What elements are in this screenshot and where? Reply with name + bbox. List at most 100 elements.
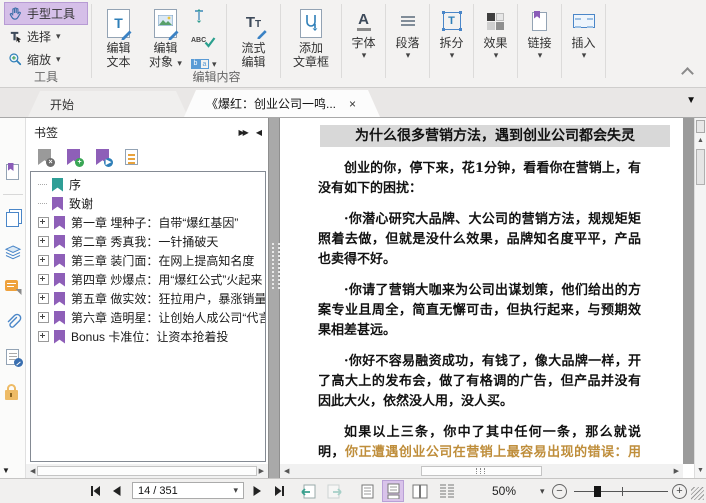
single-page-view-button[interactable]: [356, 479, 378, 503]
expand-bookmarks-button[interactable]: [125, 149, 139, 165]
link-button[interactable]: 链接 ▾: [521, 2, 558, 87]
slider-thumb[interactable]: [594, 486, 601, 497]
panel-strip-toggle-icon[interactable]: ▼: [2, 466, 10, 475]
security-lock-icon[interactable]: [4, 383, 22, 401]
panel-options-icon[interactable]: ▶▶: [239, 128, 249, 137]
insert-label: 插入: [571, 36, 596, 50]
chevron-up-icon: [681, 67, 694, 80]
chevron-down-icon: ▾: [405, 50, 411, 60]
chevron-down-icon: ▾: [361, 50, 367, 60]
scroll-left-icon[interactable]: ◀: [28, 467, 37, 475]
expand-plus-icon[interactable]: [38, 274, 49, 285]
previous-page-button[interactable]: [111, 479, 122, 503]
facing-pages-view-button[interactable]: [409, 479, 431, 503]
add-bookmark-button[interactable]: +: [67, 149, 84, 167]
flow-edit-button[interactable]: TT 流式 编辑: [230, 2, 277, 69]
scrollbar-thumb[interactable]: [696, 149, 705, 185]
expand-plus-icon[interactable]: [38, 312, 49, 323]
next-page-button[interactable]: [252, 479, 263, 503]
tab-document-label: 《爆红：创业公司一鸣...: [206, 97, 337, 111]
continuous-view-button[interactable]: [382, 479, 404, 503]
signature-fields-icon[interactable]: [4, 348, 23, 367]
effect-button[interactable]: 效果 ▾: [477, 2, 514, 87]
edit-text-button[interactable]: T 编辑 文本: [95, 2, 142, 69]
panel-horizontal-scrollbar[interactable]: ◀ ▶: [26, 464, 268, 478]
tab-document[interactable]: 《爆红：创业公司一鸣... ×: [184, 90, 380, 117]
add-article-box-label: 添加: [298, 41, 323, 55]
scroll-right-icon[interactable]: ▶: [672, 467, 681, 475]
hand-tool-button[interactable]: 手型工具: [4, 2, 88, 25]
bookmarks-panel-title: 书签: [34, 125, 59, 140]
panel-splitter[interactable]: [268, 118, 280, 478]
select-tool-button[interactable]: 选择 ▾: [4, 25, 88, 48]
zoom-dropdown-icon[interactable]: ▾: [540, 479, 545, 503]
pdf-editor-window: 手型工具 选择 ▾ 缩放 ▾ 工具 T 编辑 文本 编辑 对象 ▾ ABC b …: [0, 0, 706, 503]
zoom-out-button[interactable]: −: [552, 484, 567, 499]
goto-bookmark-button[interactable]: ▶: [96, 149, 113, 167]
comments-icon[interactable]: [4, 278, 22, 296]
continuous-facing-view-button[interactable]: [436, 479, 458, 503]
layers-icon[interactable]: [4, 243, 22, 261]
status-bar: 14 / 351 ▾ 50% ▾ − +: [0, 478, 706, 503]
close-tab-icon[interactable]: ×: [347, 97, 358, 111]
expand-plus-icon[interactable]: [38, 255, 49, 266]
next-view-button[interactable]: [325, 479, 343, 503]
tab-overflow-icon[interactable]: ▼: [686, 95, 696, 106]
paragraph-button[interactable]: 段落 ▾: [389, 2, 426, 87]
scroll-down-icon[interactable]: ▼: [695, 466, 706, 476]
document-vertical-scrollbar[interactable]: ▲ ▼: [694, 118, 706, 478]
window-resize-grip[interactable]: [691, 487, 704, 500]
scrollbar-track[interactable]: [291, 466, 671, 476]
split-button[interactable]: T 拆分 ▾: [433, 2, 470, 87]
scrollbar-thumb[interactable]: [37, 466, 257, 476]
merge-split-text-button[interactable]: [189, 6, 223, 26]
first-page-button[interactable]: [88, 479, 102, 503]
document-horizontal-scrollbar[interactable]: ◀ ▶: [280, 464, 683, 478]
bookmark-item[interactable]: 第六章 造明星：让创始人成公司“代言: [31, 308, 265, 327]
delete-bookmark-button[interactable]: ×: [38, 149, 55, 167]
zoom-level-value[interactable]: 50%: [484, 484, 524, 498]
bookmark-item[interactable]: 致谢: [31, 194, 265, 213]
expand-plus-icon[interactable]: [38, 236, 49, 247]
ribbon-separator: [561, 4, 562, 78]
spell-check-button[interactable]: ABC: [189, 30, 223, 50]
last-page-button[interactable]: [273, 479, 287, 503]
bookmark-item[interactable]: Bonus 卡准位：让资本抢着投: [31, 327, 265, 346]
expand-plus-icon[interactable]: [38, 331, 49, 342]
bookmark-item[interactable]: 第二章 秀真我：一针捅破天: [31, 232, 265, 251]
bookmark-item[interactable]: 序: [31, 175, 265, 194]
scroll-left-icon[interactable]: ◀: [282, 467, 291, 475]
expand-plus-icon[interactable]: [38, 217, 49, 228]
bookmarks-panel-icon[interactable]: [4, 163, 22, 181]
bookmark-icon: [52, 196, 63, 211]
page-thumbnails-icon[interactable]: [4, 208, 22, 227]
strip-separator: [2, 194, 23, 195]
zoom-in-button[interactable]: +: [672, 484, 687, 499]
document-view[interactable]: 为什么很多营销方法，遇到创业公司都会失灵 创业的你，停下来，花1分钟，看看你在营…: [280, 118, 683, 464]
slider-track[interactable]: [574, 491, 668, 492]
font-button[interactable]: A 字体 ▾: [345, 2, 382, 87]
expand-plus-icon[interactable]: [38, 293, 49, 304]
tab-start[interactable]: 开始: [28, 91, 188, 117]
attachments-icon[interactable]: [4, 313, 22, 331]
scrollbar-thumb[interactable]: [420, 466, 543, 476]
panel-collapse-icon[interactable]: ◀: [256, 128, 262, 137]
split-view-handle[interactable]: [696, 120, 705, 133]
scroll-up-icon[interactable]: ▲: [695, 136, 706, 146]
edit-object-button[interactable]: 编辑 对象 ▾: [142, 2, 189, 70]
insert-button[interactable]: 插入 ▾: [565, 2, 602, 87]
ribbon-collapse-button[interactable]: [681, 66, 694, 80]
bookmark-item[interactable]: 第一章 埋种子：自带“爆红基因”: [31, 213, 265, 232]
add-article-box-button[interactable]: 添加 文章框: [284, 2, 338, 69]
previous-view-button[interactable]: [300, 479, 318, 503]
page-number-input[interactable]: 14 / 351 ▾: [132, 482, 244, 499]
ribbon-separator: [385, 4, 386, 78]
bookmark-item[interactable]: 第五章 做实效：狂拉用户，暴涨销量: [31, 289, 265, 308]
paragraph-label: 段落: [395, 36, 420, 50]
zoom-slider[interactable]: [574, 479, 668, 503]
font-label: 字体: [351, 36, 376, 50]
flow-edit-label: 编辑: [241, 55, 266, 69]
bookmark-item[interactable]: 第三章 装门面：在网上提高知名度: [31, 251, 265, 270]
bookmark-item[interactable]: 第四章 炒爆点：用“爆红公式”火起来: [31, 270, 265, 289]
scroll-right-icon[interactable]: ▶: [257, 467, 266, 475]
